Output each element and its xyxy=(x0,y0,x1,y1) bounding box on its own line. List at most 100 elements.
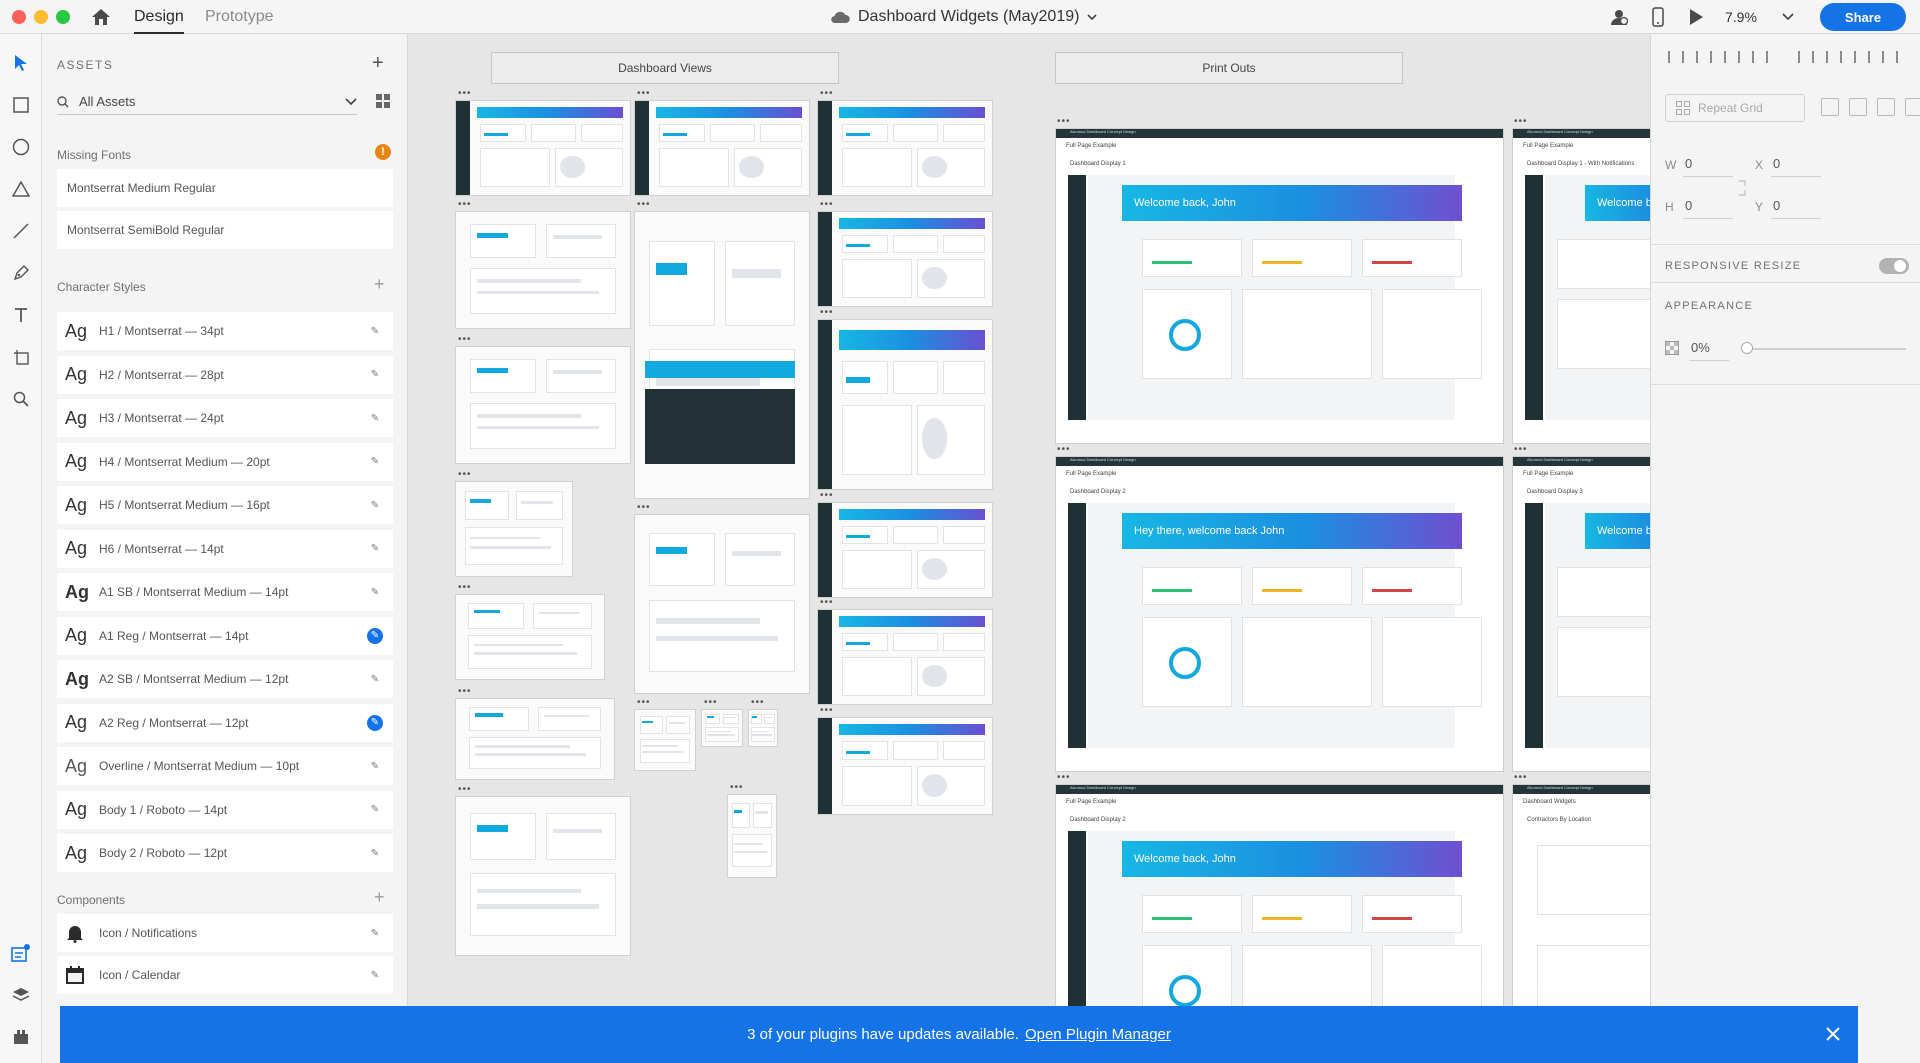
edit-icon[interactable]: ✎ xyxy=(367,845,383,861)
y-input[interactable]: 0 xyxy=(1773,198,1780,213)
artboard-thumbnail[interactable] xyxy=(455,796,631,956)
print-artboard[interactable]: Alcumus Dashboard Concept Design Full Pag… xyxy=(1512,128,1650,444)
character-style-item[interactable]: Ag A1 SB / Montserrat Medium — 14pt ✎ xyxy=(57,573,393,611)
rectangle-tool[interactable] xyxy=(10,94,32,116)
artboard-tool[interactable] xyxy=(10,346,32,368)
device-preview-icon[interactable] xyxy=(1652,7,1664,27)
edit-icon[interactable]: ✎ xyxy=(367,454,383,470)
artboard-thumbnail[interactable] xyxy=(817,319,993,490)
x-input[interactable]: 0 xyxy=(1773,156,1780,171)
character-style-item[interactable]: Ag Body 2 / Roboto — 12pt ✎ xyxy=(57,834,393,872)
minimize-window-button[interactable] xyxy=(34,10,48,24)
character-style-item[interactable]: Ag H2 / Montserrat — 28pt ✎ xyxy=(57,355,393,394)
subtract-icon[interactable] xyxy=(1849,98,1867,116)
play-icon[interactable] xyxy=(1688,8,1704,26)
align-bottom-icon[interactable] xyxy=(1721,48,1740,66)
character-style-item[interactable]: Ag H4 / Montserrat Medium — 20pt ✎ xyxy=(57,442,393,481)
intersect-icon[interactable] xyxy=(1877,98,1895,116)
character-style-item[interactable]: Ag H6 / Montserrat — 14pt ✎ xyxy=(57,529,393,568)
select-tool[interactable] xyxy=(10,52,32,74)
text-tool[interactable] xyxy=(10,304,32,326)
missing-font-item[interactable]: Montserrat SemiBold Regular xyxy=(57,211,393,249)
artboard-thumbnail[interactable] xyxy=(455,594,605,680)
artboard-thumbnail[interactable] xyxy=(634,100,810,196)
artboard-thumbnail[interactable] xyxy=(701,709,743,747)
width-input[interactable]: 0 xyxy=(1685,156,1692,171)
assets-panel-toggle[interactable] xyxy=(10,942,32,964)
edit-icon[interactable]: ✎ xyxy=(367,925,383,941)
character-style-item[interactable]: Ag Overline / Montserrat Medium — 10pt ✎ xyxy=(57,747,393,785)
character-style-item[interactable]: Ag H1 / Montserrat — 34pt ✎ xyxy=(57,312,393,350)
edit-icon[interactable]: ✎ xyxy=(367,758,383,774)
edit-icon[interactable]: ✎ xyxy=(367,497,383,513)
artboard-thumbnail[interactable] xyxy=(634,514,810,694)
component-item[interactable]: Icon / Calendar ✎ xyxy=(57,956,393,994)
exclude-icon[interactable] xyxy=(1905,98,1920,116)
add-character-style-button[interactable]: + xyxy=(374,274,385,295)
close-window-button[interactable] xyxy=(12,10,26,24)
assets-filter-dropdown[interactable]: All Assets xyxy=(57,89,357,115)
grid-view-icon[interactable] xyxy=(376,94,390,108)
add-component-button[interactable]: + xyxy=(374,887,385,908)
character-style-item[interactable]: Ag A2 SB / Montserrat Medium — 12pt ✎ xyxy=(57,660,393,698)
print-artboard[interactable]: Alcumus Dashboard Concept Design Full Pag… xyxy=(1055,128,1504,444)
missing-font-item[interactable]: Montserrat Medium Regular xyxy=(57,169,393,207)
artboard-thumbnail[interactable] xyxy=(634,709,696,771)
artboard-thumbnail[interactable] xyxy=(455,211,631,329)
pen-tool[interactable] xyxy=(10,262,32,284)
tab-prototype[interactable]: Prototype xyxy=(205,8,273,34)
character-style-item[interactable]: Ag H5 / Montserrat Medium — 16pt ✎ xyxy=(57,486,393,524)
plugins-panel-toggle[interactable] xyxy=(10,1026,32,1048)
print-artboard[interactable]: Alcumus Dashboard Concept Design Full Pag… xyxy=(1512,456,1650,772)
height-input[interactable]: 0 xyxy=(1685,198,1692,213)
artboard-thumbnail[interactable] xyxy=(455,481,573,577)
edit-icon[interactable]: ✎ xyxy=(367,410,383,426)
component-item[interactable]: Icon / Notifications ✎ xyxy=(57,914,393,952)
opacity-slider-handle[interactable] xyxy=(1741,342,1753,354)
print-artboard[interactable]: Alcumus Dashboard Concept Design Full Pag… xyxy=(1055,456,1504,772)
character-style-item[interactable]: Ag A1 Reg / Montserrat — 14pt ✎ xyxy=(57,616,393,655)
artboard-thumbnail[interactable] xyxy=(817,100,993,196)
artboard-thumbnail[interactable] xyxy=(455,346,631,464)
opacity-input[interactable]: 0% xyxy=(1691,340,1710,355)
tab-design[interactable]: Design xyxy=(134,8,184,34)
repeat-grid-button[interactable]: Repeat Grid xyxy=(1665,94,1805,122)
line-tool[interactable] xyxy=(10,220,32,242)
print-outs-label[interactable]: Print Outs xyxy=(1055,52,1403,84)
edit-icon[interactable]: ✎ xyxy=(367,541,383,557)
responsive-resize-toggle[interactable] xyxy=(1879,258,1909,274)
character-style-item[interactable]: Ag H3 / Montserrat — 24pt ✎ xyxy=(57,399,393,437)
edit-icon[interactable]: ✎ xyxy=(367,323,383,339)
edit-icon[interactable]: ✎ xyxy=(367,967,383,983)
artboard-thumbnail[interactable] xyxy=(455,698,615,780)
warning-icon[interactable]: ! xyxy=(375,144,391,160)
home-icon[interactable] xyxy=(90,7,112,27)
distribute-horizontal-icon[interactable] xyxy=(1879,48,1898,66)
ellipse-tool[interactable] xyxy=(10,136,32,158)
zoom-chevron-icon[interactable] xyxy=(1782,13,1794,21)
document-title[interactable]: Dashboard Widgets (May2019) xyxy=(830,8,1098,26)
artboard-thumbnail[interactable] xyxy=(634,211,810,499)
dashboard-views-label[interactable]: Dashboard Views xyxy=(491,52,839,84)
distribute-vertical-icon[interactable] xyxy=(1749,48,1768,66)
share-button[interactable]: Share xyxy=(1820,3,1906,31)
edit-icon[interactable]: ✎ xyxy=(367,627,383,644)
character-style-item[interactable]: Ag A2 Reg / Montserrat — 12pt ✎ xyxy=(57,703,393,742)
edit-icon[interactable]: ✎ xyxy=(367,714,383,731)
artboard-thumbnail[interactable] xyxy=(455,100,631,196)
zoom-level[interactable]: 7.9% xyxy=(1725,9,1757,25)
zoom-tool[interactable] xyxy=(10,388,32,410)
edit-icon[interactable]: ✎ xyxy=(367,802,383,818)
layers-panel-toggle[interactable] xyxy=(10,984,32,1006)
artboard-thumbnail[interactable] xyxy=(817,717,993,815)
artboard-thumbnail[interactable] xyxy=(817,609,993,705)
close-icon[interactable] xyxy=(1824,1025,1842,1043)
align-middle-icon[interactable] xyxy=(1693,48,1712,66)
align-left-icon[interactable] xyxy=(1795,48,1814,66)
edit-icon[interactable]: ✎ xyxy=(367,367,383,383)
open-plugin-manager-link[interactable]: Open Plugin Manager xyxy=(1025,1026,1171,1043)
artboard-thumbnail[interactable] xyxy=(727,794,777,878)
align-center-icon[interactable] xyxy=(1823,48,1842,66)
align-right-icon[interactable] xyxy=(1851,48,1870,66)
artboard-thumbnail[interactable] xyxy=(748,709,778,747)
